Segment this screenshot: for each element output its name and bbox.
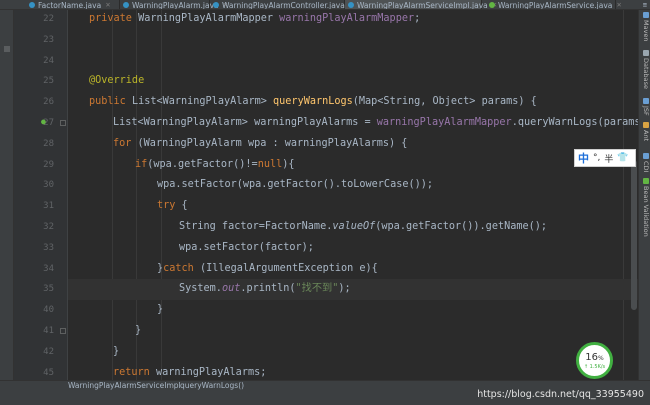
override-method-icon[interactable]: ●: [41, 117, 46, 126]
breadcrumb-method[interactable]: queryWarnLogs(): [180, 381, 244, 391]
line-number: 33: [43, 242, 54, 253]
code-line-29: for (WarningPlayAlarm wpa : warningPlayA…: [113, 137, 408, 149]
close-icon[interactable]: ✕: [105, 1, 110, 9]
line-number: 32: [43, 222, 54, 232]
editor-scrollbar[interactable]: [631, 160, 637, 310]
line-number: 27: [43, 118, 54, 128]
code-line-28: List<WarningPlayAlarm> warningPlayAlarms…: [113, 117, 638, 128]
tab-warningplayalarmserviceimpl-java[interactable]: WarningPlayAlarmServiceImpl.java ✕: [345, 0, 497, 9]
tab-label: WarningPlayAlarmService.java: [498, 0, 613, 10]
line-number: 41: [43, 326, 54, 336]
code-line-30: if(wpa.getFactor()!=null){: [135, 158, 295, 170]
ant-tool-button[interactable]: Ant: [640, 122, 650, 141]
java-class-icon: [213, 2, 219, 8]
line-number: 29: [43, 159, 54, 170]
java-class-icon: [348, 2, 354, 8]
database-icon: [643, 50, 649, 56]
breadcrumb-class[interactable]: WarningPlayAlarmServiceImpl: [68, 381, 181, 391]
cpu-percent: 16%: [585, 351, 604, 363]
code-line-34: wpa.setFactor(factor);: [179, 241, 314, 253]
tab-label: WarningPlayAlarmServiceImpl.java: [357, 0, 488, 10]
maven-icon: [643, 12, 649, 18]
java-interface-icon: [489, 2, 495, 8]
cdi-icon: [643, 153, 649, 159]
editor-tab-bar: FactorName.java ✕ WarningPlayAlarm.java …: [0, 0, 650, 10]
fold-marker-icon[interactable]: [60, 328, 66, 334]
line-number: 42: [43, 346, 54, 357]
tab-label: WarningPlayAlarmController.java: [222, 0, 345, 10]
maven-tool-button[interactable]: Maven: [640, 12, 650, 42]
line-number: 35: [43, 284, 54, 295]
line-number: 23: [43, 34, 54, 45]
breadcrumb-separator: ›: [171, 382, 176, 390]
jsf-tool-button[interactable]: JSF: [640, 98, 650, 116]
line-number: 26: [43, 97, 54, 108]
line-number: 28: [43, 138, 54, 149]
right-tool-strip: Maven Database JSF Ant CDI Bean Validati…: [638, 10, 650, 380]
java-class-icon: [123, 2, 129, 8]
line-number: 30: [43, 180, 54, 191]
code-line-37: }: [157, 304, 164, 316]
code-line-33: String factor=FactorName.valueOf(wpa.get…: [179, 221, 548, 232]
tab-label: WarningPlayAlarm.java: [132, 0, 219, 10]
code-line-26: @Override: [89, 75, 145, 87]
bean-validation-icon: [643, 178, 649, 184]
cpu-usage-widget[interactable]: 16% ↑ 1.5K/s: [576, 342, 613, 379]
line-number: 40: [43, 305, 54, 316]
line-number: 31: [43, 201, 54, 212]
cdi-tool-button[interactable]: CDI: [640, 153, 650, 172]
ime-toolbar[interactable]: 中 °, 半 👕: [574, 149, 636, 167]
code-line-38: }: [135, 325, 142, 336]
code-line-32: try {: [157, 200, 188, 212]
ime-language-toggle[interactable]: 中: [578, 150, 589, 166]
jsf-icon: [643, 98, 649, 104]
ime-width-toggle[interactable]: 半: [604, 152, 613, 165]
line-number: 34: [43, 263, 54, 274]
fold-marker-icon[interactable]: [60, 120, 66, 126]
network-rate: ↑ 1.5K/s: [583, 363, 606, 370]
tab-warningplayalarm-java[interactable]: WarningPlayAlarm.java ✕: [120, 0, 228, 9]
structure-icon[interactable]: [4, 46, 10, 52]
tab-warningplayalarmservice-java[interactable]: WarningPlayAlarmService.java ✕: [486, 0, 622, 10]
code-line-22: private WarningPlayAlarmMapper warningPl…: [89, 13, 421, 24]
close-icon[interactable]: ✕: [616, 1, 621, 9]
left-tool-strip: [0, 10, 14, 380]
line-number: 25: [43, 76, 54, 87]
breadcrumb-bar: WarningPlayAlarmServiceImpl › queryWarnL…: [0, 380, 650, 405]
ant-icon: [643, 122, 649, 128]
code-editor[interactable]: private WarningPlayAlarmMapper warningPl…: [68, 10, 638, 380]
line-number: 22: [43, 14, 54, 24]
bean-validation-tool-button[interactable]: Bean Validation: [640, 178, 650, 237]
code-line-41: return warningPlayAlarms;: [113, 366, 267, 378]
database-tool-button[interactable]: Database: [640, 50, 650, 89]
tab-warningplayalarmcontroller-java[interactable]: WarningPlayAlarmController.java ✕: [210, 0, 354, 10]
code-line-31: wpa.setFactor(wpa.getFactor().toLowerCas…: [157, 179, 434, 191]
tab-list-icon[interactable]: ≡: [643, 0, 647, 9]
java-class-icon: [29, 2, 35, 8]
line-number-gutter[interactable]: 22 23 24 25 26 27 28 29 30 31 32 33 34 3…: [14, 10, 76, 380]
code-line-36: System.out.println("找不到");: [68, 279, 638, 301]
ime-skin-icon[interactable]: 👕: [617, 153, 628, 163]
code-line-27: public List<WarningPlayAlarm> queryWarnL…: [89, 96, 537, 108]
ime-punctuation-toggle[interactable]: °,: [593, 153, 600, 163]
watermark-text: https://blog.csdn.net/qq_33955490: [477, 389, 644, 400]
code-line-40: }: [113, 345, 120, 357]
code-line-35: }catch (IllegalArgumentException e){: [157, 262, 378, 274]
line-number: 24: [43, 55, 54, 66]
